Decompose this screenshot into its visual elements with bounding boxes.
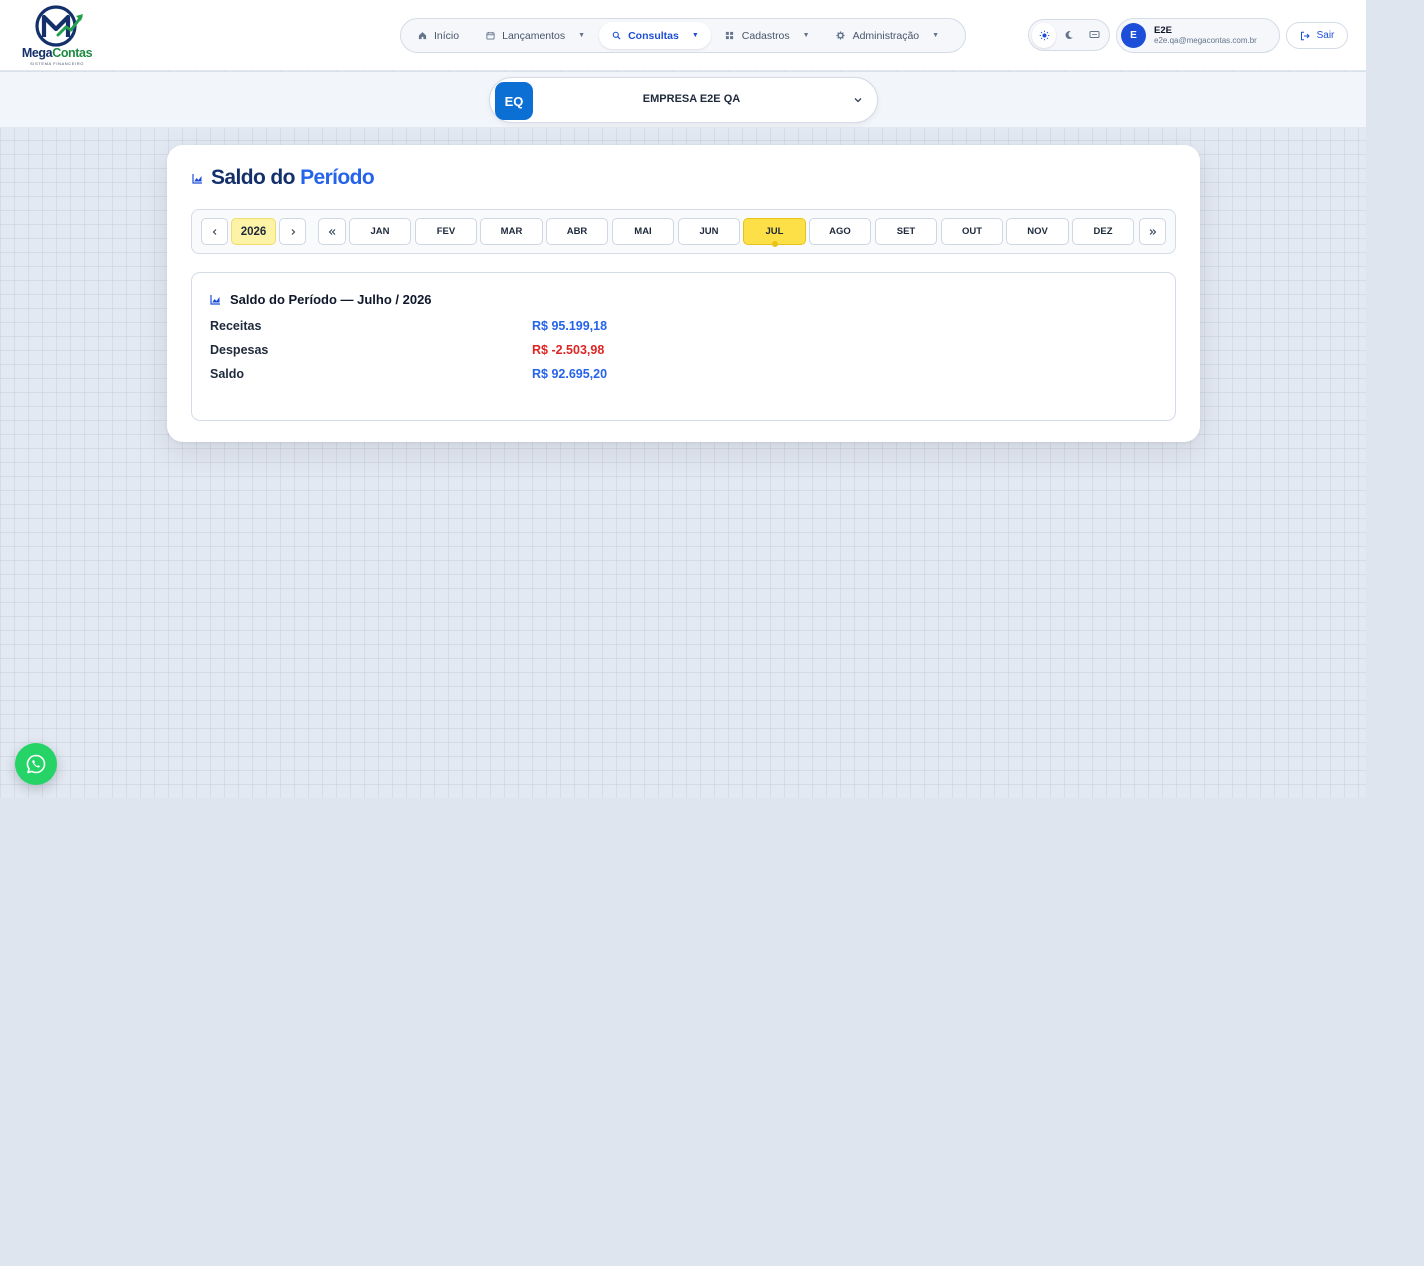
app-root: MegaContas SISTEMA FINANCEIRO Início Lan… — [0, 0, 1366, 798]
month-button-jan[interactable]: JAN — [349, 218, 411, 245]
top-navbar: MegaContas SISTEMA FINANCEIRO Início Lan… — [0, 0, 1366, 71]
month-button-mai[interactable]: MAI — [612, 218, 674, 245]
whatsapp-icon — [26, 754, 46, 774]
nav-item-inicio[interactable]: Início — [405, 22, 471, 49]
balance-summary: Saldo do Período — Julho / 2026 Receitas… — [191, 272, 1176, 421]
receitas-value: R$ 95.199,18 — [532, 319, 608, 333]
monitor-icon — [1089, 31, 1099, 38]
theme-toggle — [1028, 19, 1110, 51]
saldo-value: R$ 92.695,20 — [532, 367, 608, 381]
nav-item-label: Administração — [852, 29, 920, 42]
saldo-label: Saldo — [210, 367, 245, 381]
user-name: E2E — [1154, 25, 1172, 36]
selected-indicator — [771, 241, 778, 247]
prev-year-button[interactable] — [201, 218, 228, 245]
nav-item-administracao[interactable]: Administração ▼ — [824, 22, 951, 49]
balance-card: Saldo do Período 2026 JAN FEV MAR ABR MA… — [167, 145, 1200, 442]
moon-icon — [1065, 31, 1073, 40]
company-name: EMPRESA E2E QA — [642, 93, 741, 105]
nav-item-label: Cadastros — [741, 29, 790, 42]
caret-down-icon: ▼ — [578, 32, 586, 39]
month-button-jun[interactable]: JUN — [678, 218, 740, 245]
month-button-jul[interactable]: JUL — [743, 218, 806, 247]
company-bar: EQ EMPRESA E2E QA — [0, 72, 1366, 128]
page-title-part2: Período — [300, 166, 375, 189]
logout-icon — [1300, 31, 1310, 40]
company-badge: EQ — [495, 82, 533, 120]
page-title-part1: Saldo do — [211, 166, 295, 189]
chart-icon — [192, 173, 202, 184]
megacontas-logo[interactable]: MegaContas SISTEMA FINANCEIRO — [18, 5, 96, 67]
chevron-left-icon — [212, 228, 216, 235]
theme-light-button[interactable] — [1032, 22, 1056, 48]
next-year-button[interactable] — [279, 218, 306, 245]
despesas-label: Despesas — [210, 343, 269, 357]
summary-title: Saldo do Período — Julho / 2026 — [210, 292, 432, 307]
month-label: JUL — [765, 226, 784, 237]
month-button-mar[interactable]: MAR — [480, 218, 543, 245]
chevron-right-icon — [291, 228, 295, 235]
theme-system-button[interactable] — [1082, 23, 1106, 48]
double-chevron-right-icon — [1149, 228, 1156, 235]
user-info: E2E e2e.qa@megacontas.com.br — [1154, 25, 1257, 46]
brand-name: MegaContas — [21, 46, 93, 60]
page-title: Saldo do Período — [192, 166, 375, 190]
user-menu[interactable]: E E2E e2e.qa@megacontas.com.br — [1116, 18, 1280, 53]
caret-down-icon: ▼ — [802, 32, 810, 39]
double-chevron-left-icon — [328, 228, 336, 235]
prev-month-button[interactable] — [318, 218, 346, 245]
summary-title-text: Saldo do Período — Julho / 2026 — [230, 292, 432, 307]
month-button-nov[interactable]: NOV — [1006, 218, 1069, 245]
gear-icon — [836, 31, 846, 41]
calendar-icon — [485, 31, 495, 41]
nav-item-label: Lançamentos — [502, 29, 566, 42]
main-nav: Início Lançamentos ▼ Consultas ▼ Cadastr… — [400, 18, 966, 53]
receitas-label: Receitas — [210, 319, 262, 333]
theme-dark-button[interactable] — [1057, 23, 1081, 48]
user-email: e2e.qa@megacontas.com.br — [1154, 36, 1257, 45]
sun-icon — [1039, 30, 1049, 40]
month-button-fev[interactable]: FEV — [415, 218, 477, 245]
company-select[interactable]: EQ EMPRESA E2E QA — [489, 77, 878, 123]
year-display[interactable]: 2026 — [231, 218, 276, 245]
next-month-button[interactable] — [1139, 218, 1166, 245]
nav-item-lancamentos[interactable]: Lançamentos ▼ — [473, 22, 597, 49]
search-icon — [611, 31, 621, 41]
grid-icon — [725, 31, 735, 41]
nav-item-label: Início — [434, 29, 460, 42]
brand-tagline: SISTEMA FINANCEIRO — [30, 61, 84, 66]
logo-mark-icon — [35, 5, 83, 47]
month-button-abr[interactable]: ABR — [546, 218, 608, 245]
caret-down-icon: ▼ — [691, 32, 699, 39]
logout-button[interactable]: Sair — [1286, 22, 1348, 49]
period-selector: 2026 JAN FEV MAR ABR MAI JUN JUL AGO SET… — [191, 209, 1176, 254]
month-button-out[interactable]: OUT — [941, 218, 1003, 245]
avatar: E — [1121, 23, 1146, 48]
home-icon — [417, 31, 427, 41]
caret-down-icon: ▼ — [932, 32, 940, 39]
month-button-dez[interactable]: DEZ — [1072, 218, 1134, 245]
nav-item-consultas[interactable]: Consultas ▼ — [599, 22, 711, 49]
nav-item-label: Consultas — [628, 29, 679, 42]
chevron-down-icon — [854, 98, 862, 103]
despesas-value: R$ -2.503,98 — [532, 343, 605, 357]
month-button-set[interactable]: SET — [875, 218, 937, 245]
month-button-ago[interactable]: AGO — [809, 218, 871, 245]
nav-item-cadastros[interactable]: Cadastros ▼ — [713, 22, 822, 49]
whatsapp-button[interactable] — [15, 743, 57, 785]
chart-icon — [210, 295, 220, 305]
logout-label: Sair — [1316, 30, 1335, 41]
